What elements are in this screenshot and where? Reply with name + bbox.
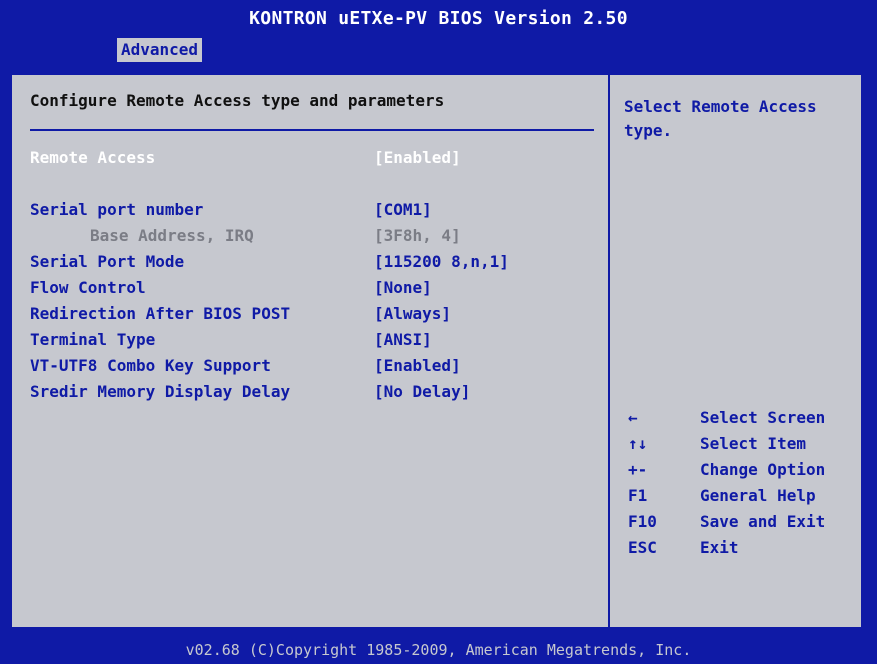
- key-description: Save and Exit: [700, 512, 826, 531]
- key-hint-select-item: ↑↓ Select Item: [628, 431, 858, 457]
- tab-bar: Advanced: [0, 38, 877, 64]
- key-description: Select Screen: [700, 408, 826, 427]
- copyright-footer: v02.68 (C)Copyright 1985-2009, American …: [0, 636, 877, 664]
- bios-title: KONTRON uETXe-PV BIOS Version 2.50: [0, 0, 877, 38]
- key-legend: ← Select Screen ↑↓ Select Item +- Change…: [628, 405, 858, 561]
- key-description: Change Option: [700, 460, 826, 479]
- setup-panel: Configure Remote Access type and paramet…: [10, 73, 863, 629]
- key-description: Exit: [700, 538, 739, 557]
- left-arrow-key: ←: [628, 408, 638, 427]
- setting-value[interactable]: [ANSI]: [374, 327, 432, 353]
- settings-pane: Configure Remote Access type and paramet…: [12, 75, 610, 627]
- setting-value[interactable]: [Always]: [374, 301, 451, 327]
- setting-label: Terminal Type: [30, 330, 156, 349]
- f1-key: F1: [628, 486, 648, 505]
- section-heading: Configure Remote Access type and paramet…: [30, 91, 445, 110]
- plus-minus-key: +-: [628, 460, 648, 479]
- heading-divider: [30, 129, 594, 131]
- setting-label: Flow Control: [30, 278, 146, 297]
- tab-advanced[interactable]: Advanced: [117, 38, 203, 62]
- setting-value[interactable]: [Enabled]: [374, 353, 461, 379]
- esc-key: ESC: [628, 538, 657, 557]
- help-pane: Select Remote Access type. ← Select Scre…: [610, 75, 861, 627]
- setting-label: Redirection After BIOS POST: [30, 304, 291, 323]
- setting-value[interactable]: [None]: [374, 275, 432, 301]
- setting-label: Remote Access: [30, 148, 156, 167]
- setting-label: Serial port number: [30, 200, 204, 219]
- setting-value[interactable]: [No Delay]: [374, 379, 470, 405]
- key-description: Select Item: [700, 434, 806, 453]
- setting-value: [3F8h, 4]: [374, 226, 461, 245]
- key-hint-change-option: +- Change Option: [628, 457, 858, 483]
- setting-label: Serial Port Mode: [30, 252, 185, 271]
- setting-label: VT-UTF8 Combo Key Support: [30, 356, 271, 375]
- key-hint-select-screen: ← Select Screen: [628, 405, 858, 431]
- key-hint-general-help: F1 General Help: [628, 483, 858, 509]
- setting-label: Sredir Memory Display Delay: [30, 382, 291, 401]
- setting-value[interactable]: [115200 8,n,1]: [374, 249, 509, 275]
- key-hint-save-exit: F10 Save and Exit: [628, 509, 858, 535]
- setting-value[interactable]: [Enabled]: [374, 145, 461, 171]
- key-hint-exit: ESC Exit: [628, 535, 858, 561]
- up-down-arrow-key: ↑↓: [628, 434, 648, 453]
- key-description: General Help: [700, 486, 816, 505]
- setting-label: Base Address, IRQ: [90, 226, 254, 245]
- f10-key: F10: [628, 512, 657, 531]
- setting-value[interactable]: [COM1]: [374, 197, 432, 223]
- help-text: Select Remote Access type.: [624, 97, 817, 140]
